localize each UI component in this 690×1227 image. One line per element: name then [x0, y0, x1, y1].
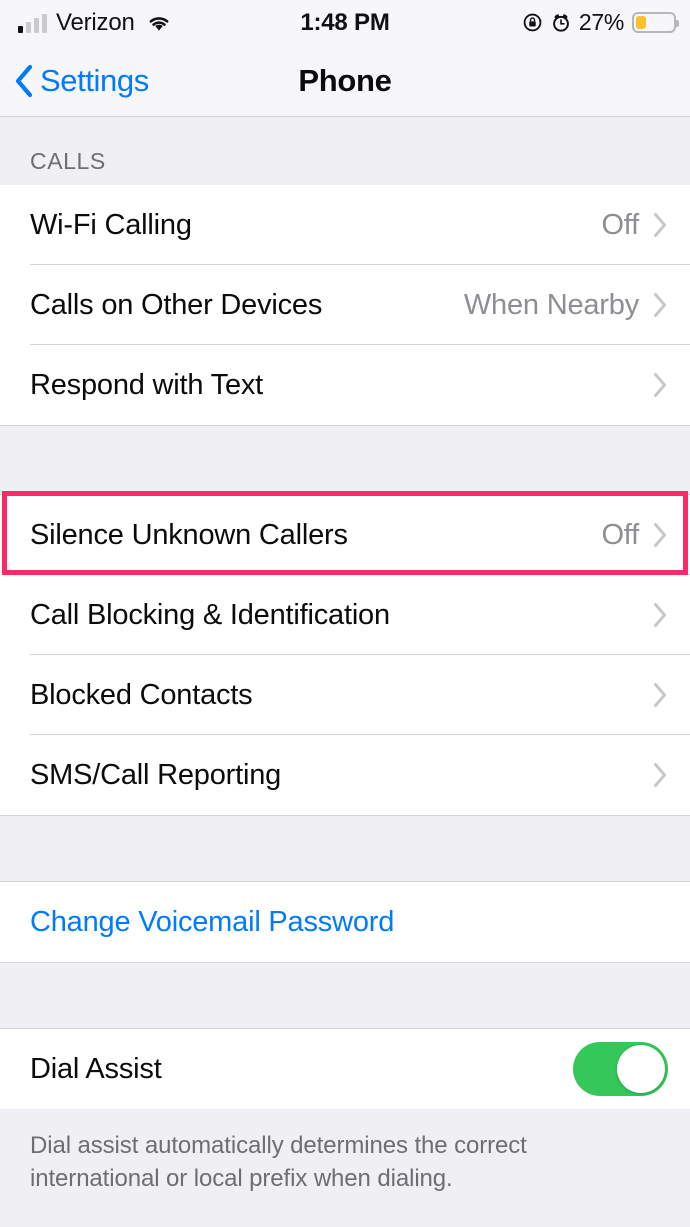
dial-assist-toggle[interactable]: [573, 1042, 668, 1096]
chevron-right-icon: [653, 372, 668, 398]
settings-group-blocking: Silence Unknown Callers Off Call Blockin…: [0, 491, 690, 815]
row-wifi-calling[interactable]: Wi-Fi Calling Off: [0, 185, 690, 265]
status-bar-left: Verizon: [18, 0, 172, 45]
row-blocked-contacts[interactable]: Blocked Contacts: [0, 655, 690, 735]
row-value: Off: [601, 518, 639, 551]
settings-group-dial-assist: Dial Assist: [0, 1029, 690, 1109]
rotation-lock-icon: [522, 12, 543, 33]
highlighted-row-wrapper: Silence Unknown Callers Off: [0, 491, 690, 575]
battery-icon: [632, 12, 679, 33]
chevron-right-icon: [653, 602, 668, 628]
alarm-clock-icon: [551, 12, 571, 33]
row-dial-assist[interactable]: Dial Assist: [0, 1029, 690, 1109]
chevron-right-icon: [653, 522, 668, 548]
section-footer-dial-assist: Dial assist automatically determines the…: [0, 1109, 690, 1196]
chevron-right-icon: [653, 212, 668, 238]
settings-group-calls: Wi-Fi Calling Off Calls on Other Devices…: [0, 185, 690, 425]
section-header-label: CALLS: [30, 148, 106, 174]
chevron-right-icon: [653, 292, 668, 318]
row-label: Respond with Text: [30, 368, 264, 401]
chevron-right-icon: [653, 682, 668, 708]
row-sms-call-reporting[interactable]: SMS/Call Reporting: [0, 735, 690, 815]
page-title: Phone: [298, 62, 392, 98]
settings-list[interactable]: CALLS Wi-Fi Calling Off Calls on Other D…: [0, 117, 690, 1227]
group-spacer: [0, 962, 690, 1029]
row-change-voicemail-password[interactable]: Change Voicemail Password: [0, 882, 690, 962]
footer-text: Dial assist automatically determines the…: [30, 1132, 527, 1193]
carrier-name: Verizon: [56, 8, 135, 36]
row-call-blocking-identification[interactable]: Call Blocking & Identification: [0, 575, 690, 655]
status-bar: Verizon 1:48 PM 27%: [0, 0, 690, 45]
row-label: Wi-Fi Calling: [30, 208, 192, 241]
cellular-signal-icon: [18, 13, 47, 33]
row-label: SMS/Call Reporting: [30, 758, 282, 791]
row-value: Off: [601, 208, 639, 241]
group-spacer: [0, 425, 690, 495]
settings-group-voicemail: Change Voicemail Password: [0, 882, 690, 962]
section-header-calls: CALLS: [0, 117, 690, 185]
toggle-knob: [617, 1045, 665, 1093]
group-spacer: [0, 815, 690, 882]
row-label: Dial Assist: [30, 1052, 162, 1085]
row-respond-with-text[interactable]: Respond with Text: [0, 345, 690, 425]
row-label: Change Voicemail Password: [30, 905, 395, 938]
row-label: Silence Unknown Callers: [30, 518, 348, 551]
navigation-bar: Settings Phone: [0, 45, 690, 117]
row-value: When Nearby: [463, 288, 639, 321]
row-label: Blocked Contacts: [30, 678, 253, 711]
row-label: Call Blocking & Identification: [30, 598, 390, 631]
status-bar-clock: 1:48 PM: [300, 8, 390, 36]
iphone-screen: Verizon 1:48 PM 27% Settings Phone CALLS…: [0, 0, 690, 1227]
chevron-right-icon: [653, 762, 668, 788]
row-label: Calls on Other Devices: [30, 288, 323, 321]
row-silence-unknown-callers[interactable]: Silence Unknown Callers Off: [0, 495, 690, 575]
wifi-icon: [144, 13, 172, 33]
battery-percentage: 27%: [578, 9, 624, 35]
row-calls-on-other-devices[interactable]: Calls on Other Devices When Nearby: [0, 265, 690, 345]
status-bar-right: 27%: [522, 0, 679, 45]
